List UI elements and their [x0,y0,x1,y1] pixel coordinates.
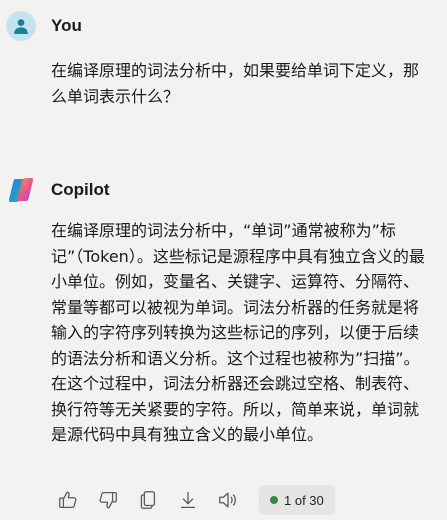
copilot-logo-icon [8,178,34,202]
message-action-bar: 1 of 30 [55,482,335,518]
download-button[interactable] [175,486,201,514]
read-aloud-button[interactable] [215,486,241,514]
copilot-name: Copilot [51,180,110,199]
response-page-indicator[interactable]: 1 of 30 [259,485,335,515]
copilot-message-header: Copilot [0,170,447,210]
user-avatar [6,11,36,41]
user-message-text: 在编译原理的词法分析中，如果要给单词下定义，那么单词表示什么？ [51,58,429,109]
user-name: You [51,16,82,35]
thumbs-up-icon [59,491,77,508]
user-message-header: You [0,6,447,46]
read-aloud-icon [219,492,236,508]
like-button[interactable] [55,486,81,514]
copilot-message-text: 在编译原理的词法分析中，“单词”通常被称为”标记”（Token）。这些标记是源程… [51,218,429,448]
dislike-button[interactable] [95,486,121,514]
copy-icon [140,491,156,509]
copilot-message: Copilot 在编译原理的词法分析中，“单词”通常被称为”标记”（Token）… [0,170,447,448]
copilot-avatar [6,175,36,205]
download-icon [180,492,196,508]
user-message-paragraph: 在编译原理的词法分析中，如果要给单词下定义，那么单词表示什么？ [51,61,420,106]
copy-button[interactable] [135,486,161,514]
copilot-message-paragraph: 在编译原理的词法分析中，“单词”通常被称为”标记”（Token）。这些标记是源程… [51,221,425,444]
page-indicator-label: 1 of 30 [284,492,324,508]
user-message: You 在编译原理的词法分析中，如果要给单词下定义，那么单词表示什么？ [0,6,447,109]
status-dot-icon [270,496,278,504]
person-icon [14,19,28,34]
thumbs-down-icon [99,492,117,509]
